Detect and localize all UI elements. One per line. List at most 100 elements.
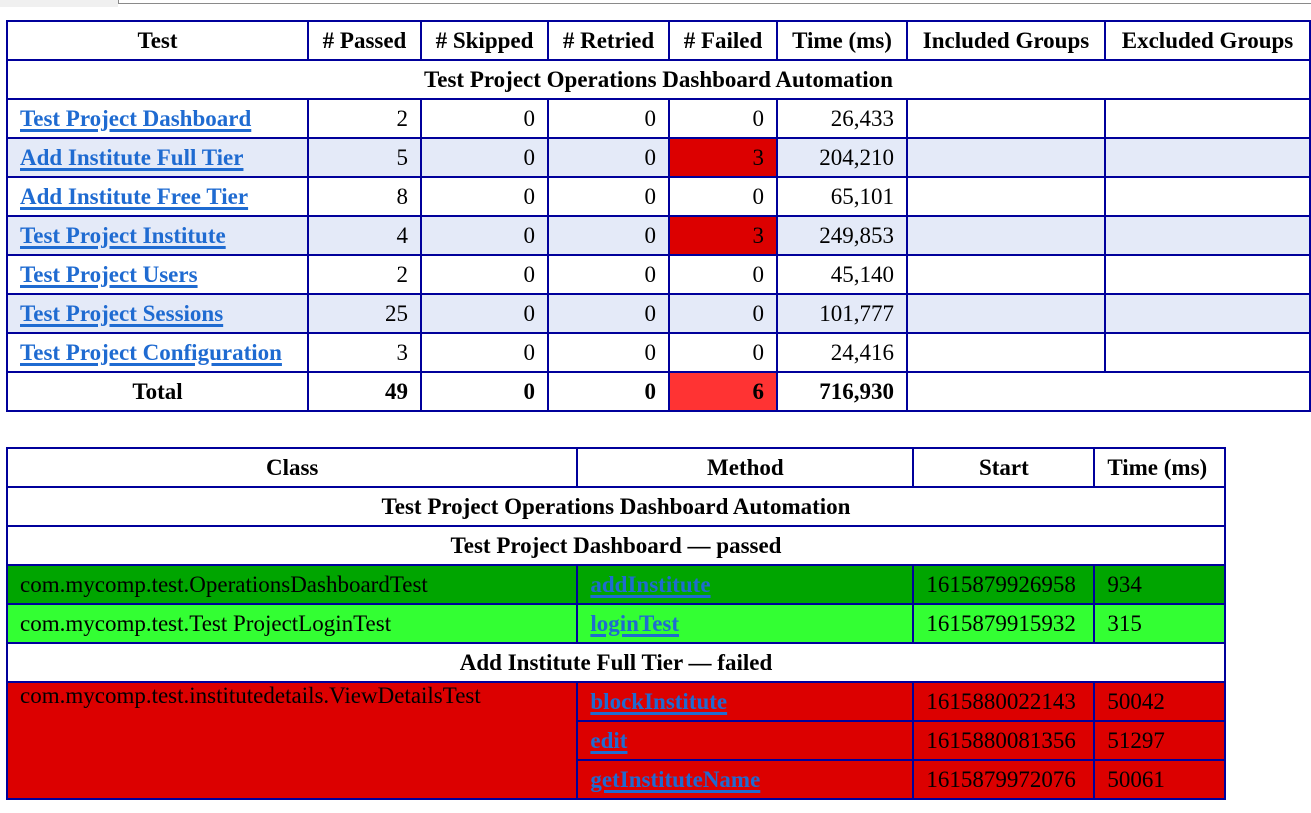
total-row: Total 49 0 0 6 716,930	[6, 371, 1311, 412]
table-row: Add Institute Full Tier 5 0 0 3 204,210	[6, 137, 1311, 178]
start-cell: 1615879926958	[912, 564, 1096, 605]
time-cell: 50061	[1093, 759, 1226, 800]
time-cell: 249,853	[776, 215, 908, 256]
retried-cell: 0	[547, 137, 670, 178]
start-cell: 1615880081356	[912, 720, 1096, 761]
included-groups-cell	[906, 254, 1106, 295]
excluded-groups-cell	[1104, 215, 1311, 256]
excluded-groups-cell	[1104, 137, 1311, 178]
retried-cell: 0	[547, 215, 670, 256]
table-row: Test Project Sessions 25 0 0 0 101,777	[6, 293, 1311, 334]
total-label: Total	[6, 371, 309, 412]
header-test[interactable]: Test	[6, 20, 309, 61]
excluded-groups-cell	[1104, 98, 1311, 139]
header-class[interactable]: Class	[5, 447, 579, 488]
method-link[interactable]: blockInstitute	[590, 689, 727, 714]
passed-cell: 3	[307, 332, 422, 373]
section-title-row: Test Project Dashboard — passed	[6, 525, 1226, 566]
test-link[interactable]: Test Project Institute	[20, 223, 226, 248]
test-link[interactable]: Add Institute Free Tier	[20, 184, 248, 209]
test-name-cell: Test Project Configuration	[6, 332, 309, 373]
total-failed: 6	[668, 371, 778, 412]
section-title-row: Add Institute Full Tier — failed	[6, 642, 1226, 683]
start-cell: 1615880022143	[912, 681, 1096, 722]
test-link[interactable]: Test Project Sessions	[20, 301, 223, 326]
skipped-cell: 0	[420, 215, 549, 256]
time-cell: 50042	[1093, 681, 1226, 722]
header-excluded-groups[interactable]: Excluded Groups	[1104, 20, 1311, 61]
time-cell: 65,101	[776, 176, 908, 217]
top-strip	[0, 0, 1311, 7]
failed-cell: 0	[668, 293, 778, 334]
header-skipped[interactable]: # Skipped	[420, 20, 549, 61]
header-time[interactable]: Time (ms)	[1093, 447, 1226, 488]
methods-header-row: Class Method Start Time (ms)	[5, 447, 1226, 488]
header-method[interactable]: Method	[576, 447, 915, 488]
time-cell: 51297	[1093, 720, 1226, 761]
class-cell: com.mycomp.test.institutedetails.ViewDet…	[5, 681, 579, 800]
header-passed[interactable]: # Passed	[307, 20, 422, 61]
skipped-cell: 0	[420, 332, 549, 373]
class-cell: com.mycomp.test.OperationsDashboardTest	[5, 564, 579, 605]
toolbar-edge	[0, 0, 118, 7]
table-row: Test Project Configuration 3 0 0 0 24,41…	[6, 332, 1311, 373]
excluded-groups-cell	[1104, 293, 1311, 334]
header-failed[interactable]: # Failed	[668, 20, 778, 61]
included-groups-cell	[906, 98, 1106, 139]
header-start[interactable]: Start	[912, 447, 1096, 488]
test-name-cell: Add Institute Free Tier	[6, 176, 309, 217]
section-title: Add Institute Full Tier — failed	[6, 642, 1226, 683]
time-cell: 315	[1093, 603, 1226, 644]
retried-cell: 0	[547, 176, 670, 217]
retried-cell: 0	[547, 332, 670, 373]
header-retried[interactable]: # Retried	[547, 20, 670, 61]
test-link[interactable]: Add Institute Full Tier	[20, 145, 243, 170]
method-link[interactable]: edit	[590, 728, 627, 753]
method-row: com.mycomp.test.Test ProjectLoginTest lo…	[5, 603, 1226, 644]
excluded-groups-cell	[1104, 176, 1311, 217]
failed-cell: 0	[668, 176, 778, 217]
test-name-cell: Test Project Users	[6, 254, 309, 295]
time-cell: 26,433	[776, 98, 908, 139]
test-link[interactable]: Test Project Configuration	[20, 340, 282, 365]
start-cell: 1615879915932	[912, 603, 1096, 644]
included-groups-cell	[906, 176, 1106, 217]
test-name-cell: Test Project Sessions	[6, 293, 309, 334]
header-time[interactable]: Time (ms)	[776, 20, 908, 61]
skipped-cell: 0	[420, 176, 549, 217]
table-row: Test Project Users 2 0 0 0 45,140	[6, 254, 1311, 295]
method-cell: blockInstitute	[576, 681, 915, 722]
table-row: Add Institute Free Tier 8 0 0 0 65,101	[6, 176, 1311, 217]
passed-cell: 4	[307, 215, 422, 256]
section-title: Test Project Dashboard — passed	[6, 525, 1226, 566]
suite-title-row: Test Project Operations Dashboard Automa…	[6, 59, 1311, 100]
passed-cell: 2	[307, 98, 422, 139]
method-cell: edit	[576, 720, 915, 761]
class-cell: com.mycomp.test.Test ProjectLoginTest	[5, 603, 579, 644]
method-link[interactable]: loginTest	[590, 611, 679, 636]
method-row: com.mycomp.test.OperationsDashboardTest …	[5, 564, 1226, 605]
suite-title: Test Project Operations Dashboard Automa…	[6, 486, 1226, 527]
method-link[interactable]: addInstitute	[590, 572, 710, 597]
total-skipped: 0	[420, 371, 549, 412]
time-cell: 24,416	[776, 332, 908, 373]
summary-header-row: Test # Passed # Skipped # Retried # Fail…	[6, 20, 1311, 61]
summary-table: Test # Passed # Skipped # Retried # Fail…	[6, 20, 1311, 412]
table-row: Test Project Dashboard 2 0 0 0 26,433	[6, 98, 1311, 139]
time-cell: 934	[1093, 564, 1226, 605]
header-included-groups[interactable]: Included Groups	[906, 20, 1106, 61]
failed-cell: 0	[668, 332, 778, 373]
method-cell: addInstitute	[576, 564, 915, 605]
test-link[interactable]: Test Project Users	[20, 262, 198, 287]
time-cell: 204,210	[776, 137, 908, 178]
method-cell: getInstituteName	[576, 759, 915, 800]
table-row: Test Project Institute 4 0 0 3 249,853	[6, 215, 1311, 256]
test-link[interactable]: Test Project Dashboard	[20, 106, 251, 131]
test-name-cell: Add Institute Full Tier	[6, 137, 309, 178]
passed-cell: 8	[307, 176, 422, 217]
total-time: 716,930	[776, 371, 908, 412]
retried-cell: 0	[547, 293, 670, 334]
address-field-edge[interactable]	[118, 0, 1311, 4]
method-link[interactable]: getInstituteName	[590, 767, 760, 792]
failed-cell: 0	[668, 254, 778, 295]
